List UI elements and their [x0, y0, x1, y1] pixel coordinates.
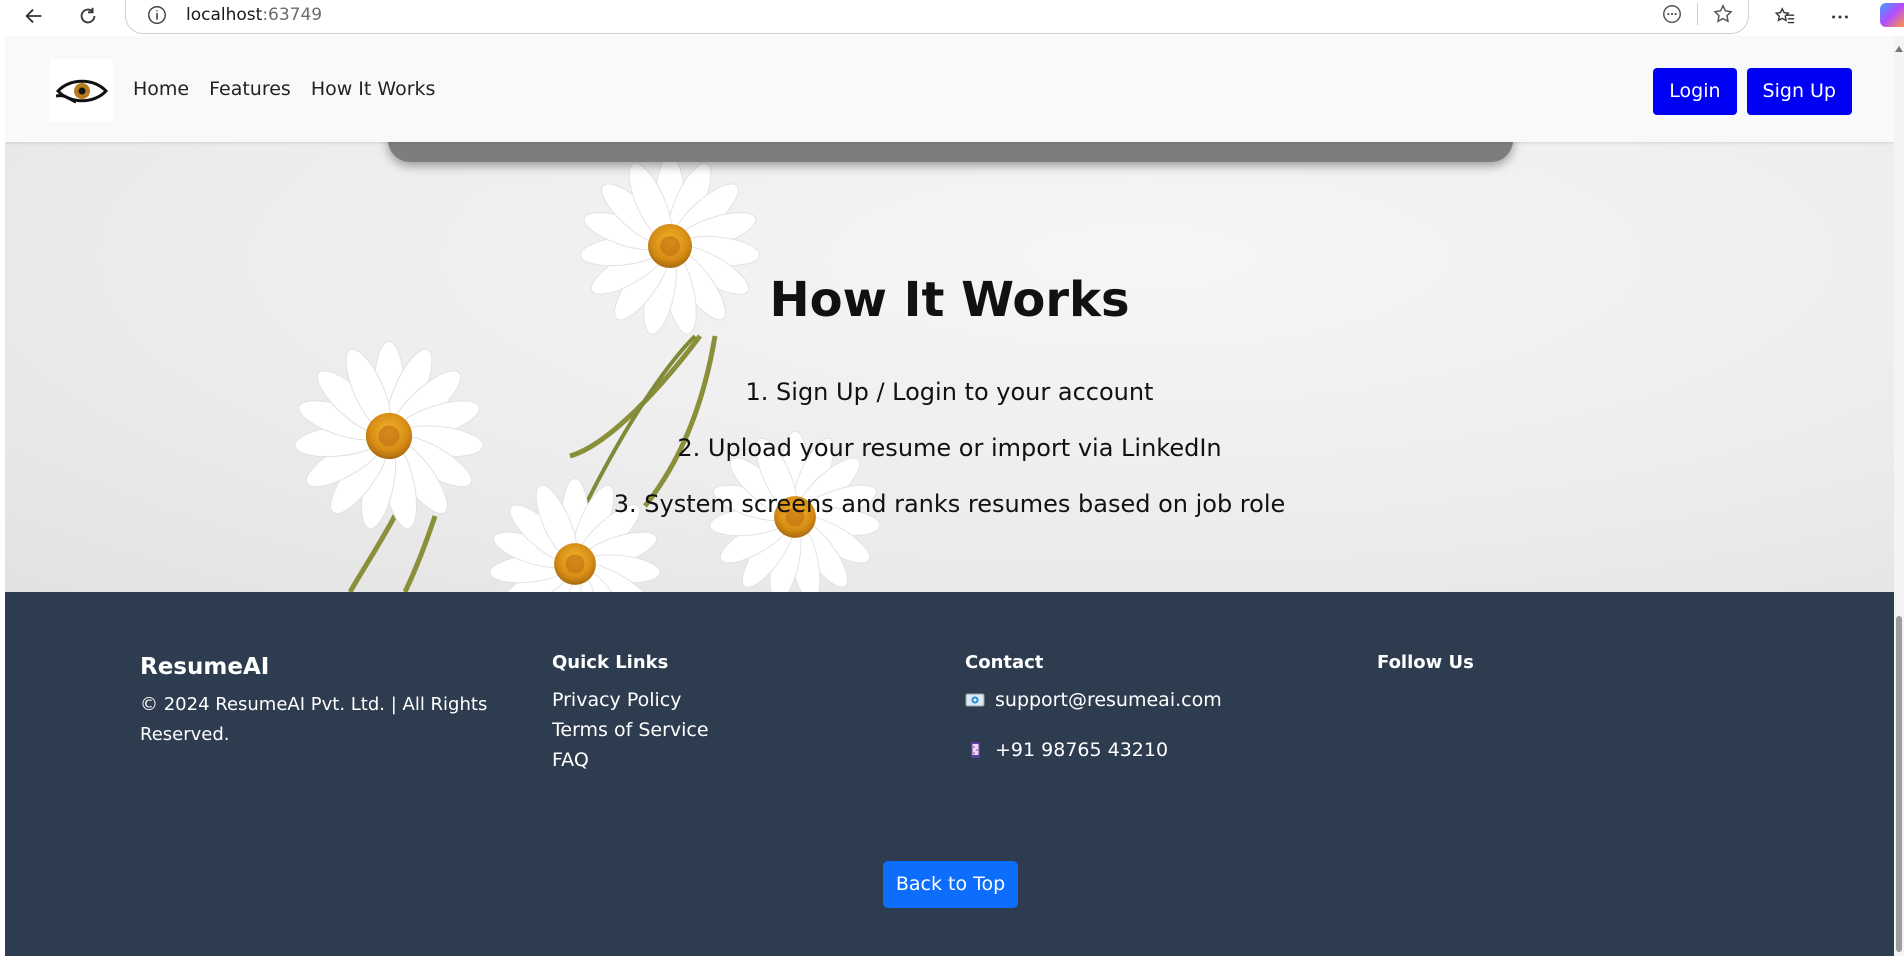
steps-list: 1. Sign Up / Login to your account 2. Up…: [5, 364, 1894, 532]
scrollbar-thumb[interactable]: [1896, 616, 1902, 952]
faq-link[interactable]: FAQ: [552, 745, 709, 775]
contact-phone-row: +91 98765 43210: [965, 735, 1222, 765]
quick-links-column: Quick Links Privacy Policy Terms of Serv…: [552, 652, 709, 775]
more-options-icon[interactable]: [1825, 3, 1855, 31]
nav-link-features[interactable]: Features: [209, 78, 291, 100]
navbar: Home Features How It Works Login Sign Up: [5, 36, 1894, 142]
copilot-icon[interactable]: [1880, 3, 1904, 27]
eye-logo-icon[interactable]: [50, 59, 113, 122]
privacy-policy-link[interactable]: Privacy Policy: [552, 685, 709, 715]
contact-phone[interactable]: +91 98765 43210: [995, 739, 1168, 761]
follow-us-heading: Follow Us: [1377, 652, 1474, 673]
back-icon[interactable]: [18, 2, 50, 30]
section-title: How It Works: [769, 272, 1130, 328]
contact-email[interactable]: support@resumeai.com: [995, 689, 1222, 711]
footer-brand-column: ResumeAI © 2024 ResumeAI Pvt. Ltd. | All…: [140, 652, 500, 750]
footer-brand: ResumeAI: [140, 654, 270, 680]
favorite-star-icon[interactable]: [1712, 3, 1734, 25]
nav-link-home[interactable]: Home: [133, 78, 189, 100]
scroll-up-arrow-icon[interactable]: [1895, 46, 1903, 52]
login-button[interactable]: Login: [1653, 68, 1737, 115]
address-bar[interactable]: localhost:63749: [125, 0, 1749, 34]
footer: ResumeAI © 2024 ResumeAI Pvt. Ltd. | All…: [5, 592, 1894, 956]
contact-email-row: support@resumeai.com: [965, 685, 1222, 715]
follow-us-column: Follow Us: [1377, 652, 1474, 685]
signup-button[interactable]: Sign Up: [1746, 68, 1852, 115]
step-item: 2. Upload your resume or import via Link…: [677, 434, 1222, 462]
browser-toolbar: localhost:63749: [0, 0, 1904, 36]
reading-mode-icon[interactable]: [1661, 3, 1683, 25]
page-viewport: How It Works 1. Sign Up / Login to your …: [5, 36, 1894, 956]
url-text: localhost:63749: [186, 5, 323, 25]
favorites-list-icon[interactable]: [1770, 3, 1800, 31]
reload-icon[interactable]: [72, 2, 104, 30]
nav-links: Home Features How It Works: [133, 78, 435, 100]
contact-heading: Contact: [965, 652, 1044, 673]
auth-buttons: Login Sign Up: [1653, 68, 1852, 115]
page-scrollbar[interactable]: [1894, 36, 1904, 956]
step-item: 1. Sign Up / Login to your account: [745, 378, 1154, 406]
step-item: 3. System screens and ranks resumes base…: [613, 490, 1286, 518]
email-icon: [965, 693, 985, 707]
back-to-top-button[interactable]: Back to Top: [883, 861, 1018, 908]
terms-of-service-link[interactable]: Terms of Service: [552, 715, 709, 745]
contact-column: Contact support@resumeai.com +91 98765 4…: [965, 652, 1222, 765]
site-info-icon[interactable]: [146, 4, 168, 26]
nav-link-how-it-works[interactable]: How It Works: [311, 78, 436, 100]
quick-links-heading: Quick Links: [552, 652, 669, 673]
phone-icon: [971, 742, 980, 758]
copyright-text: © 2024 ResumeAI Pvt. Ltd. | All Rights R…: [140, 694, 488, 745]
